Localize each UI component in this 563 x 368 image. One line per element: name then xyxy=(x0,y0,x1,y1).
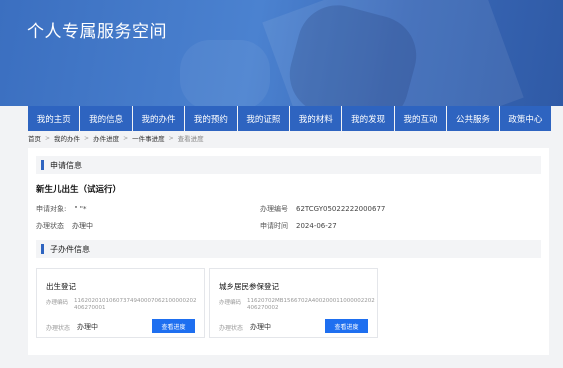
status-label: 办理状态 xyxy=(36,222,64,230)
breadcrumb-separator: > xyxy=(123,134,129,142)
status-field: 办理状态 办理中 xyxy=(36,221,93,231)
card-number-row: 办理编码 11620201010607374940007062100000202… xyxy=(46,298,197,312)
breadcrumb-my-cases[interactable]: 我的办件 xyxy=(54,133,80,143)
applicant-field: 申请对象: " "* xyxy=(36,204,87,214)
nav-item-policy[interactable]: 政策中心 xyxy=(499,106,552,131)
card-status-value: 办理中 xyxy=(77,323,99,331)
header-banner: 个人专属服务空间 xyxy=(0,0,563,106)
section-marker xyxy=(41,160,44,170)
number-value: 62TCGY05022222000677 xyxy=(296,205,386,213)
application-title: 新生儿出生（试运行） xyxy=(36,185,122,195)
card-status-label: 办理状态 xyxy=(46,324,71,332)
number-label: 办理编号 xyxy=(260,205,288,213)
status-value: 办理中 xyxy=(72,222,93,230)
card-status-label: 办理状态 xyxy=(219,324,244,332)
breadcrumb-separator: > xyxy=(168,134,174,142)
breadcrumb-progress[interactable]: 办件进度 xyxy=(93,133,119,143)
main-nav: 我的主页 我的信息 我的办件 我的预约 我的证照 我的材料 我的发现 我的互动 … xyxy=(28,106,552,131)
card-number-value: 11620702MB1566702A400200011000002202 406… xyxy=(247,298,375,312)
breadcrumb: 首页 > 我的办件 > 办件进度 > 一件事进度 > 查看进度 xyxy=(28,132,204,144)
card-number-label: 办理编码 xyxy=(219,300,242,306)
card-status-value: 办理中 xyxy=(250,323,272,331)
nav-item-discover[interactable]: 我的发现 xyxy=(342,106,394,131)
view-progress-button[interactable]: 查看进度 xyxy=(152,319,195,333)
nav-item-cases[interactable]: 我的办件 xyxy=(132,106,185,131)
breadcrumb-one-thing[interactable]: 一件事进度 xyxy=(132,133,165,143)
card-number-line: 11620201010607374940007062100000202 xyxy=(74,298,197,304)
application-section-header: 申请信息 xyxy=(36,156,541,174)
date-field: 申请时间 2024-06-27 xyxy=(260,221,337,231)
breadcrumb-current: 查看进度 xyxy=(177,135,204,143)
nav-item-interaction[interactable]: 我的互动 xyxy=(394,106,447,131)
banner-decoration xyxy=(180,40,270,106)
nav-item-appointments[interactable]: 我的预约 xyxy=(185,106,237,131)
section-title: 申请信息 xyxy=(50,160,82,170)
card-number-row: 办理编码 11620702MB1566702A40020001100000220… xyxy=(219,298,375,312)
card-number-line: 406270002 xyxy=(247,305,279,311)
number-field: 办理编号 62TCGY05022222000677 xyxy=(260,204,385,214)
card-title: 出生登记 xyxy=(46,282,76,291)
detail-panel: 申请信息 新生儿出生（试运行） 申请对象: " "* 办理状态 办理中 办理编号… xyxy=(28,148,549,355)
breadcrumb-separator: > xyxy=(45,134,51,142)
section-title: 子办件信息 xyxy=(50,244,90,254)
nav-item-info[interactable]: 我的信息 xyxy=(80,106,132,131)
breadcrumb-separator: > xyxy=(84,134,90,142)
card-number-line: 406270001 xyxy=(74,305,106,311)
section-marker xyxy=(41,244,44,254)
date-value: 2024-06-27 xyxy=(296,222,337,230)
sub-item-card: 城乡居民参保登记 办理编码 11620702MB1566702A40020001… xyxy=(209,268,378,338)
nav-item-home[interactable]: 我的主页 xyxy=(28,106,80,131)
breadcrumb-home[interactable]: 首页 xyxy=(28,133,41,143)
card-status-row: 办理状态 办理中 xyxy=(46,322,98,332)
sub-item-card: 出生登记 办理编码 116202010106073749400070621000… xyxy=(36,268,205,338)
applicant-value: " "* xyxy=(74,205,87,213)
site-title: 个人专属服务空间 xyxy=(27,22,167,42)
view-progress-button[interactable]: 查看进度 xyxy=(325,319,368,333)
card-status-row: 办理状态 办理中 xyxy=(219,322,271,332)
applicant-label: 申请对象: xyxy=(36,205,67,213)
nav-item-public-services[interactable]: 公共服务 xyxy=(447,106,499,131)
card-number-label: 办理编码 xyxy=(46,300,69,306)
nav-item-licenses[interactable]: 我的证照 xyxy=(237,106,290,131)
card-number-line: 11620702MB1566702A400200011000002202 xyxy=(247,298,375,304)
nav-item-materials[interactable]: 我的材料 xyxy=(290,106,342,131)
date-label: 申请时间 xyxy=(260,222,288,230)
sub-items-section-header: 子办件信息 xyxy=(36,240,541,258)
card-title: 城乡居民参保登记 xyxy=(219,282,279,291)
card-number-value: 11620201010607374940007062100000202 4062… xyxy=(74,298,196,312)
